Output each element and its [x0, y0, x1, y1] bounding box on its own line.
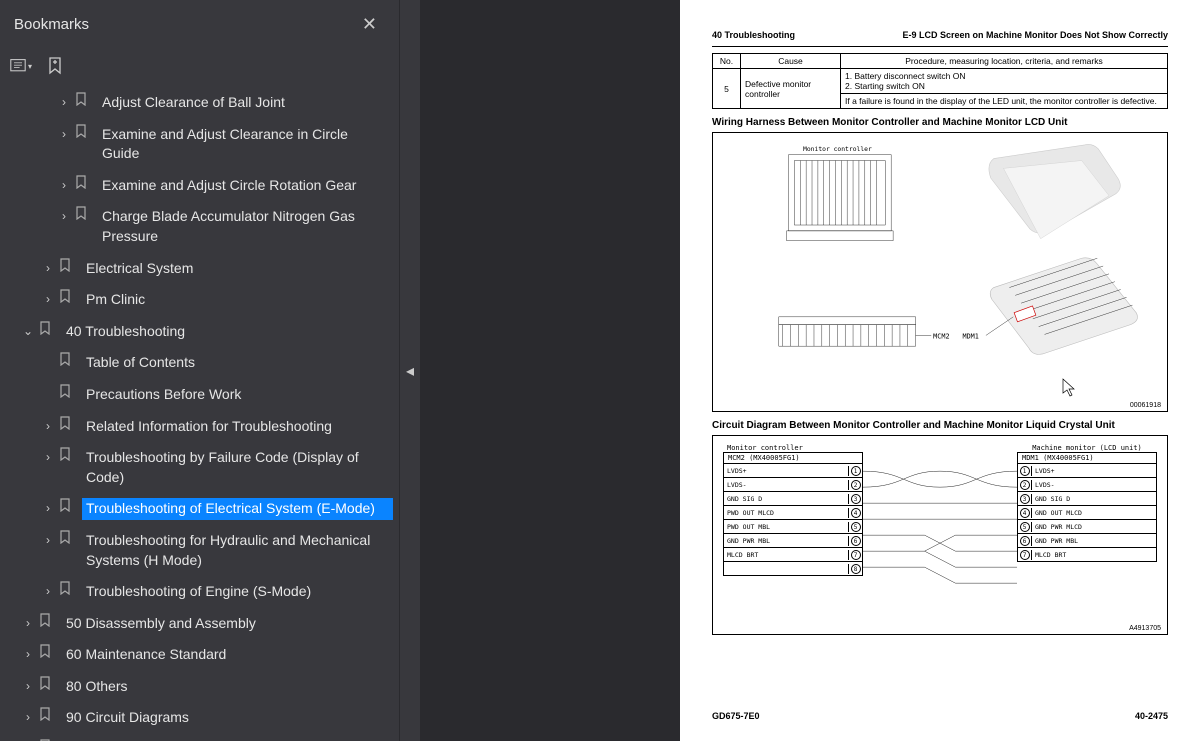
- bookmark-icon: [56, 352, 74, 366]
- footer-right: 40-2475: [1135, 711, 1168, 721]
- chevron-right-icon[interactable]: ›: [56, 206, 72, 225]
- bookmark-icon: [36, 613, 54, 627]
- bookmark-item[interactable]: › Adjust Clearance of Ball Joint: [0, 87, 399, 119]
- bookmark-label: Troubleshooting by Failure Code (Display…: [82, 447, 393, 488]
- bookmark-item[interactable]: › Electrical System: [0, 253, 399, 285]
- bookmark-label: Examine and Adjust Circle Rotation Gear: [98, 175, 393, 197]
- bookmark-item[interactable]: › 60 Maintenance Standard: [0, 639, 399, 671]
- sidebar-title: Bookmarks: [14, 16, 89, 33]
- bookmark-label: Table of Contents: [82, 352, 393, 374]
- bookmark-label: 80 Others: [62, 676, 393, 698]
- bookmark-icon: [56, 258, 74, 272]
- chevron-right-icon[interactable]: ›: [20, 676, 36, 695]
- svg-text:MDM1: MDM1: [962, 332, 978, 340]
- bookmark-item[interactable]: › Troubleshooting of Engine (S-Mode): [0, 576, 399, 608]
- section2-title: Circuit Diagram Between Monitor Controll…: [712, 420, 1168, 431]
- bookmark-item[interactable]: › Troubleshooting of Electrical System (E…: [0, 493, 399, 525]
- bookmark-item[interactable]: › Troubleshooting by Failure Code (Displa…: [0, 442, 399, 493]
- bookmark-current-icon[interactable]: [44, 55, 66, 77]
- chevron-right-icon[interactable]: ›: [40, 258, 56, 277]
- bookmark-item[interactable]: › 90 Circuit Diagrams: [0, 702, 399, 734]
- bookmark-item[interactable]: › Related Information for Troubleshooting: [0, 411, 399, 443]
- bookmark-label: 40 Troubleshooting: [62, 321, 393, 343]
- bookmark-label: 60 Maintenance Standard: [62, 644, 393, 666]
- bookmark-item[interactable]: › Charge Blade Accumulator Nitrogen Gas P…: [0, 201, 399, 252]
- cause-table: No. Cause Procedure, measuring location,…: [712, 53, 1168, 109]
- bookmark-icon: [56, 416, 74, 430]
- svg-text:MCM2: MCM2: [933, 332, 949, 340]
- close-icon[interactable]: ✕: [354, 10, 385, 39]
- bookmark-icon: [72, 124, 90, 138]
- chevron-right-icon[interactable]: ›: [40, 581, 56, 600]
- chevron-right-icon[interactable]: ›: [20, 707, 36, 726]
- bookmark-icon: [56, 498, 74, 512]
- chevron-right-icon[interactable]: ›: [40, 530, 56, 549]
- bookmark-item[interactable]: Index: [0, 734, 399, 741]
- collapse-sidebar-handle[interactable]: ◂: [400, 0, 420, 741]
- bookmark-label: Troubleshooting for Hydraulic and Mechan…: [82, 530, 393, 571]
- chevron-right-icon[interactable]: ›: [56, 92, 72, 111]
- bookmark-icon: [56, 384, 74, 398]
- spacer: [40, 352, 56, 354]
- bookmark-label: Troubleshooting of Engine (S-Mode): [82, 581, 393, 603]
- bookmark-icon: [72, 92, 90, 106]
- footer-left: GD675-7E0: [712, 711, 760, 721]
- spacer: [40, 384, 56, 386]
- bookmark-icon: [72, 175, 90, 189]
- bookmark-item[interactable]: › 80 Others: [0, 671, 399, 703]
- bookmark-icon: [36, 707, 54, 721]
- bookmark-label: 50 Disassembly and Assembly: [62, 613, 393, 635]
- bookmark-label: Charge Blade Accumulator Nitrogen Gas Pr…: [98, 206, 393, 247]
- bookmark-label: Troubleshooting of Electrical System (E-…: [82, 498, 393, 520]
- pdf-page: 40 Troubleshooting E-9 LCD Screen on Mac…: [680, 0, 1200, 741]
- bookmark-item[interactable]: ⌄ 40 Troubleshooting: [0, 316, 399, 348]
- bookmark-label: Related Information for Troubleshooting: [82, 416, 393, 438]
- page-header-left: 40 Troubleshooting: [712, 30, 795, 40]
- bookmark-item[interactable]: Table of Contents: [0, 347, 399, 379]
- figure-id-1: 00061918: [1130, 402, 1161, 409]
- bookmark-label: Electrical System: [82, 258, 393, 280]
- bookmark-tree[interactable]: › Adjust Clearance of Ball Joint › Examine …: [0, 83, 399, 741]
- section1-title: Wiring Harness Between Monitor Controlle…: [712, 117, 1168, 128]
- page-header-right: E-9 LCD Screen on Machine Monitor Does N…: [902, 30, 1168, 40]
- bookmark-icon: [56, 581, 74, 595]
- monitor-controller-label: Monitor controller: [803, 146, 872, 153]
- bookmarks-sidebar: Bookmarks ✕ ▾ › Adjust Clearance of Ball …: [0, 0, 400, 741]
- bookmark-item[interactable]: Precautions Before Work: [0, 379, 399, 411]
- bookmark-item[interactable]: › Pm Clinic: [0, 284, 399, 316]
- bookmark-item[interactable]: › Examine and Adjust Circle Rotation Gear: [0, 170, 399, 202]
- bookmark-item[interactable]: › 50 Disassembly and Assembly: [0, 608, 399, 640]
- chevron-right-icon[interactable]: ›: [40, 289, 56, 308]
- chevron-right-icon[interactable]: ›: [40, 498, 56, 517]
- chevron-right-icon[interactable]: ›: [56, 124, 72, 143]
- bookmark-label: Precautions Before Work: [82, 384, 393, 406]
- chevron-right-icon[interactable]: ›: [20, 613, 36, 632]
- bookmark-icon: [56, 530, 74, 544]
- bookmark-label: Adjust Clearance of Ball Joint: [98, 92, 393, 114]
- chevron-right-icon[interactable]: ›: [40, 416, 56, 435]
- sidebar-toolbar: ▾: [0, 49, 399, 83]
- bookmark-icon: [36, 676, 54, 690]
- bookmark-item[interactable]: › Troubleshooting for Hydraulic and Mecha…: [0, 525, 399, 576]
- chevron-right-icon[interactable]: ›: [20, 644, 36, 663]
- options-icon[interactable]: ▾: [10, 55, 32, 77]
- document-viewport[interactable]: ◂ 40 Troubleshooting E-9 LCD Screen on M…: [400, 0, 1200, 741]
- chevron-down-icon[interactable]: ⌄: [20, 321, 36, 340]
- chevron-right-icon[interactable]: ›: [40, 447, 56, 466]
- bookmark-item[interactable]: › Examine and Adjust Clearance in Circle …: [0, 119, 399, 170]
- bookmark-icon: [36, 321, 54, 335]
- sidebar-header: Bookmarks ✕: [0, 0, 399, 49]
- bookmark-label: 90 Circuit Diagrams: [62, 707, 393, 729]
- bookmark-icon: [56, 447, 74, 461]
- circuit-diagram: Monitor controller MCM2 (MX40005FG1) LVD…: [712, 435, 1168, 635]
- bookmark-icon: [56, 289, 74, 303]
- figure-id-2: A4913705: [1129, 625, 1161, 632]
- bookmark-icon: [36, 644, 54, 658]
- wiring-diagram: Monitor controller: [712, 132, 1168, 412]
- bookmark-label: Pm Clinic: [82, 289, 393, 311]
- bookmark-icon: [72, 206, 90, 220]
- bookmark-label: Examine and Adjust Clearance in Circle G…: [98, 124, 393, 165]
- chevron-right-icon[interactable]: ›: [56, 175, 72, 194]
